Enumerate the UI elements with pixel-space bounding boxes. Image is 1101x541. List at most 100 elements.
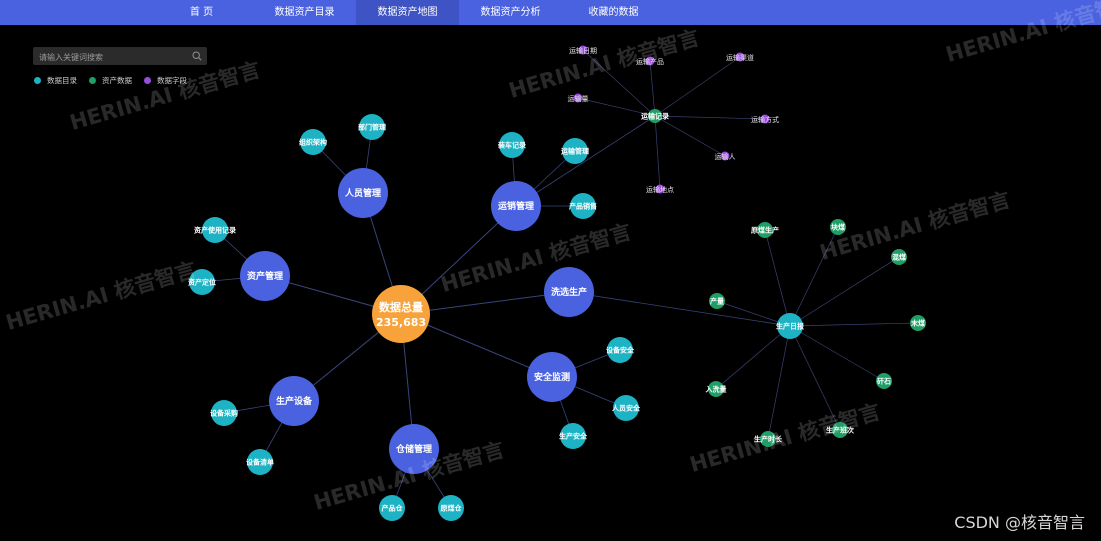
graph-link xyxy=(789,325,885,382)
search-box xyxy=(33,47,207,67)
field-node[interactable]: 运输人 xyxy=(715,151,736,162)
category-node-cangchu[interactable]: 仓储管理 xyxy=(389,424,439,474)
graph-link xyxy=(715,325,791,390)
field-label: 运输量 xyxy=(568,94,589,103)
asset-node[interactable]: 生产班次 xyxy=(826,422,854,438)
legend-dot-field xyxy=(144,77,151,84)
root-node[interactable]: 数据总量 235,683 xyxy=(372,285,430,343)
node-label: 安全监测 xyxy=(534,371,570,383)
catalog-node[interactable]: 资产定位 xyxy=(188,269,216,295)
graph-link xyxy=(568,291,791,327)
node-label: 产品仓 xyxy=(382,503,404,512)
field-label: 运输渠道 xyxy=(726,53,754,62)
catalog-node[interactable]: 生产安全 xyxy=(559,423,588,449)
asset-node[interactable]: 块煤 xyxy=(830,219,846,235)
node-label: 生产安全 xyxy=(559,431,588,440)
root-node-circle xyxy=(372,285,430,343)
asset-group-node[interactable]: 运输记录 xyxy=(641,109,669,123)
node-label: 运销管理 xyxy=(498,200,534,212)
field-node[interactable]: 运输方式 xyxy=(751,114,779,125)
legend-dot-catalog xyxy=(34,77,41,84)
node-label: 数据总量 xyxy=(379,300,423,314)
node-label: 设备安全 xyxy=(606,345,635,354)
node-label: 仓储管理 xyxy=(395,443,432,455)
graph-link xyxy=(654,115,661,190)
catalog-node[interactable]: 设备安全 xyxy=(606,337,635,363)
node-label: 生产设备 xyxy=(276,395,313,407)
asset-node[interactable]: 混煤 xyxy=(891,249,907,265)
category-node-yunxiao[interactable]: 运销管理 xyxy=(491,181,541,231)
catalog-node[interactable]: 产品仓 xyxy=(379,495,405,521)
catalog-node[interactable]: 产品销售 xyxy=(569,193,597,219)
asset-node[interactable]: 矸石 xyxy=(876,373,892,389)
node-label: 运输记录 xyxy=(641,111,669,120)
node-label: 混煤 xyxy=(892,252,907,261)
node-label: 末煤 xyxy=(911,318,926,327)
node-label: 块煤 xyxy=(831,222,846,231)
field-label: 运输日期 xyxy=(569,46,597,55)
asset-node[interactable]: 入洗量 xyxy=(705,381,727,397)
catalog-node[interactable]: 设备清单 xyxy=(246,449,274,475)
field-node[interactable]: 运输量 xyxy=(568,93,589,104)
graph-link xyxy=(654,115,726,157)
node-label: 生产日报 xyxy=(776,321,805,330)
node-label: 矸石 xyxy=(877,377,891,385)
graph-link xyxy=(764,229,791,327)
catalog-node[interactable]: 设备采购 xyxy=(210,400,238,426)
node-label: 人员安全 xyxy=(612,403,641,412)
catalog-node[interactable]: 原煤仓 xyxy=(438,495,464,521)
legend-label: 数据目录 xyxy=(47,76,77,85)
node-label: 入洗量 xyxy=(705,384,727,393)
node-label: 资产定位 xyxy=(188,277,216,286)
legend-item-field[interactable]: 数据字段 xyxy=(144,75,187,86)
asset-node[interactable]: 生产时长 xyxy=(754,431,783,447)
field-node[interactable]: 运输产品 xyxy=(636,56,664,67)
catalog-node[interactable]: 装车记录 xyxy=(497,132,526,158)
node-label: 原煤仓 xyxy=(441,503,463,512)
graph-link xyxy=(767,325,791,440)
catalog-node[interactable]: 资产使用记录 xyxy=(194,217,236,243)
asset-node[interactable]: 原煤生产 xyxy=(751,222,779,238)
legend-label: 资产数据 xyxy=(102,76,132,85)
legend-item-asset[interactable]: 资产数据 xyxy=(89,75,132,86)
node-label: 原煤生产 xyxy=(751,225,779,234)
category-node-xixuan[interactable]: 洗选生产 xyxy=(544,267,594,317)
node-label: 资产使用记录 xyxy=(194,225,236,234)
node-label: 产量 xyxy=(710,296,724,305)
asset-group-node[interactable]: 生产日报 xyxy=(776,313,805,339)
legend-label: 数据字段 xyxy=(157,76,187,85)
category-node-shebei[interactable]: 生产设备 xyxy=(269,376,319,426)
category-node-anquan[interactable]: 安全监测 xyxy=(527,352,577,402)
node-label: 生产时长 xyxy=(754,434,783,443)
catalog-node[interactable]: 部门管理 xyxy=(358,114,386,140)
node-label: 组织架构 xyxy=(299,137,327,146)
graph-link xyxy=(649,60,656,117)
field-label: 运输人 xyxy=(715,152,736,161)
node-label: 产品销售 xyxy=(569,201,597,210)
category-node-renyuan[interactable]: 人员管理 xyxy=(338,168,388,218)
legend-item-catalog[interactable]: 数据目录 xyxy=(34,75,77,86)
search-icon[interactable] xyxy=(192,51,202,61)
node-label: 部门管理 xyxy=(358,122,386,131)
node-label: 洗选生产 xyxy=(551,286,587,298)
csdn-credit: CSDN @核音智言 xyxy=(954,513,1085,532)
field-node[interactable]: 运输地点 xyxy=(646,184,674,195)
node-label: 设备采购 xyxy=(210,408,238,417)
field-node[interactable]: 运输渠道 xyxy=(726,52,754,63)
graph-link xyxy=(654,56,741,117)
asset-node[interactable]: 末煤 xyxy=(910,315,926,331)
root-value: 235,683 xyxy=(376,316,426,329)
catalog-node[interactable]: 组织架构 xyxy=(299,129,327,155)
category-node-zichan[interactable]: 资产管理 xyxy=(240,251,290,301)
field-node[interactable]: 运输日期 xyxy=(569,45,597,56)
search-input[interactable] xyxy=(33,47,191,67)
node-label: 生产班次 xyxy=(826,425,854,434)
catalog-node[interactable]: 人员安全 xyxy=(612,395,641,421)
graph-link xyxy=(654,115,766,120)
node-label: 资产管理 xyxy=(247,270,283,282)
field-label: 运输地点 xyxy=(646,185,674,194)
field-label: 运输产品 xyxy=(636,57,664,66)
legend-dot-asset xyxy=(89,77,96,84)
asset-node[interactable]: 产量 xyxy=(709,293,725,309)
node-label: 装车记录 xyxy=(497,140,526,149)
